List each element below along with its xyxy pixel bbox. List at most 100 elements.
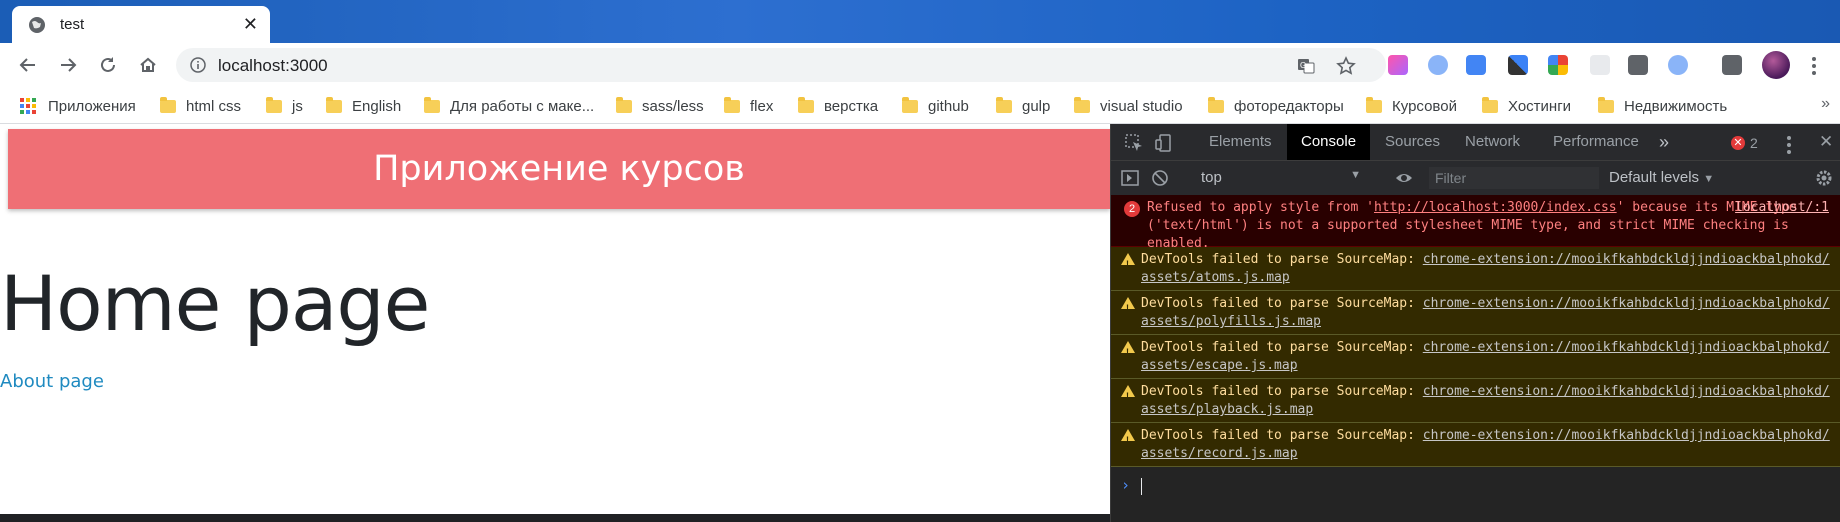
tab-title: test <box>60 16 85 33</box>
more-tabs-button[interactable]: » <box>1659 124 1669 160</box>
console-warning-message: ! DevTools failed to parse SourceMap: ch… <box>1111 335 1840 379</box>
browser-toolbar: localhost:3000 G <box>0 43 1840 87</box>
extension-gradient-icon[interactable] <box>1388 55 1408 75</box>
page-heading: Home page <box>0 259 430 348</box>
error-x-icon: ✕ <box>1731 136 1745 150</box>
error-text-prefix: Refused to apply style from ' <box>1147 200 1374 215</box>
device-toolbar-icon[interactable] <box>1155 134 1173 152</box>
bookmark-label: Хостинги <box>1508 97 1572 115</box>
forward-button[interactable] <box>56 53 80 77</box>
bookmark-item[interactable]: js <box>266 96 303 116</box>
devtools-tab-performance[interactable]: Performance <box>1553 124 1639 160</box>
bookmark-item[interactable]: Недвижимость <box>1598 96 1727 116</box>
browser-window: test ✕ localhost:3000 G Приложения html … <box>0 0 1840 522</box>
devtools-tab-network[interactable]: Network <box>1465 124 1520 160</box>
bookmark-item[interactable]: фоторедакторы <box>1208 96 1344 116</box>
bookmark-item[interactable]: Хостинги <box>1482 96 1571 116</box>
close-tab-icon[interactable]: ✕ <box>243 15 258 33</box>
eye-icon[interactable] <box>1395 169 1413 187</box>
caret-down-icon: ▼ <box>1350 169 1361 181</box>
extension-translate-icon[interactable] <box>1466 55 1486 75</box>
bookmark-label: English <box>352 97 402 115</box>
extension-chat-icon[interactable] <box>1428 55 1448 75</box>
bookmark-item[interactable]: верстка <box>798 96 878 116</box>
media-queue-icon[interactable] <box>1722 55 1742 75</box>
error-source-link[interactable]: localhost/:1 <box>1735 199 1829 217</box>
avatar[interactable] <box>1762 51 1790 79</box>
back-button[interactable] <box>16 53 40 77</box>
devtools-tab-elements[interactable]: Elements <box>1209 124 1272 160</box>
bookmark-label: github <box>928 97 969 115</box>
folder-icon <box>160 96 176 113</box>
bookmark-item[interactable]: visual studio <box>1074 96 1183 116</box>
folder-icon <box>724 96 740 113</box>
bookmark-apps[interactable]: Приложения <box>20 96 136 116</box>
bookmark-label: html css <box>186 97 242 115</box>
bookmark-item[interactable]: sass/less <box>616 96 704 116</box>
bookmarks-bar: Приложения html css js English Для работ… <box>0 87 1840 124</box>
filter-input[interactable]: Filter <box>1429 167 1599 189</box>
bookmark-label: Курсовой <box>1392 97 1457 115</box>
window-bottom-edge <box>0 514 1110 522</box>
prompt-chevron-icon: › <box>1121 476 1131 494</box>
warning-icon: ! <box>1121 429 1135 445</box>
devtools-menu-icon[interactable] <box>1787 136 1791 157</box>
warning-text: DevTools failed to parse SourceMap: <box>1141 384 1423 399</box>
folder-icon <box>1074 96 1090 113</box>
info-icon[interactable] <box>190 57 206 73</box>
folder-icon <box>1598 96 1614 113</box>
url-text[interactable]: localhost:3000 <box>218 56 328 76</box>
clear-console-icon[interactable] <box>1151 169 1169 187</box>
warning-text: DevTools failed to parse SourceMap: <box>1141 428 1423 443</box>
bookmark-item[interactable]: gulp <box>996 96 1050 116</box>
svg-text:G: G <box>1300 61 1306 70</box>
extension-se-icon[interactable] <box>1628 55 1648 75</box>
tab-strip: test ✕ <box>0 0 1840 43</box>
gear-icon[interactable] <box>1815 169 1833 187</box>
extension-blank-icon[interactable] <box>1590 55 1610 75</box>
translate-icon[interactable]: G <box>1296 56 1316 76</box>
error-url-link[interactable]: http://localhost:3000/index.css <box>1374 200 1617 215</box>
error-counter[interactable]: ✕ 2 <box>1731 135 1758 151</box>
console-prompt[interactable]: › <box>1111 474 1840 500</box>
browser-tab[interactable]: test ✕ <box>12 6 270 43</box>
app-header: Приложение курсов <box>8 129 1110 209</box>
arrow-left-icon <box>19 58 35 72</box>
eyedropper-icon[interactable] <box>1508 55 1528 75</box>
context-value: top <box>1201 169 1222 186</box>
devtools-tab-console[interactable]: Console <box>1287 124 1371 160</box>
text-caret <box>1141 478 1142 495</box>
home-button[interactable] <box>136 53 160 77</box>
folder-icon <box>1366 96 1382 113</box>
log-levels-dropdown[interactable]: Default levels ▼ <box>1609 169 1714 186</box>
extension-round-icon[interactable] <box>1668 55 1688 75</box>
bookmark-label: visual studio <box>1100 97 1183 115</box>
extension-grid-icon[interactable] <box>1548 55 1568 75</box>
devtools-tab-sources[interactable]: Sources <box>1385 124 1440 160</box>
bookmark-item[interactable]: github <box>902 96 969 116</box>
about-page-link[interactable]: About page <box>0 371 104 392</box>
console-warning-message: ! DevTools failed to parse SourceMap: ch… <box>1111 291 1840 335</box>
context-selector[interactable]: top ▼ <box>1201 169 1361 186</box>
warning-text: DevTools failed to parse SourceMap: <box>1141 340 1423 355</box>
bookmark-item[interactable]: Для работы с маке... <box>424 96 594 116</box>
sidebar-toggle-icon[interactable] <box>1121 169 1139 187</box>
console-error-message: 2 Refused to apply style from 'http://lo… <box>1111 195 1840 251</box>
console-warning-message: ! DevTools failed to parse SourceMap: ch… <box>1111 379 1840 423</box>
star-icon[interactable] <box>1336 56 1356 76</box>
folder-icon <box>902 96 918 113</box>
address-bar[interactable]: localhost:3000 G <box>176 48 1386 82</box>
inspect-element-icon[interactable] <box>1125 134 1143 152</box>
bookmarks-overflow-button[interactable]: » <box>1821 95 1830 113</box>
reload-button[interactable] <box>96 53 120 77</box>
bookmark-item[interactable]: html css <box>160 96 241 116</box>
bookmark-item[interactable]: Курсовой <box>1366 96 1457 116</box>
close-devtools-icon[interactable]: ✕ <box>1819 132 1833 152</box>
bookmark-item[interactable]: English <box>326 96 401 116</box>
bookmark-label: gulp <box>1022 97 1051 115</box>
bookmark-label: Для работы с маке... <box>450 97 595 115</box>
arrow-right-icon <box>61 58 77 72</box>
caret-down-icon: ▼ <box>1703 173 1715 185</box>
bookmark-item[interactable]: flex <box>724 96 773 116</box>
more-menu-icon[interactable] <box>1812 57 1816 78</box>
